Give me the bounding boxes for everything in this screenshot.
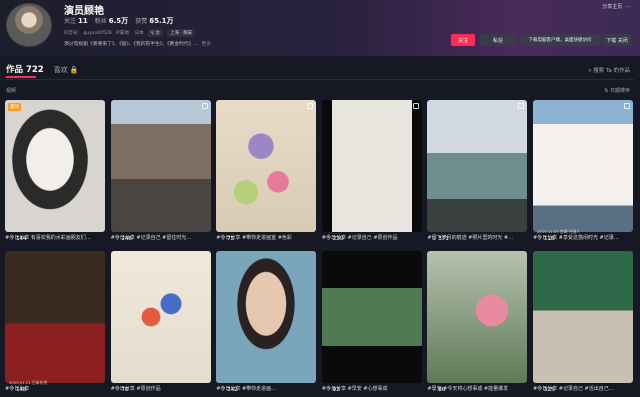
multi-image-icon — [623, 103, 630, 109]
video-caption[interactable]: #今日分享 #享受这悠闲时光 #记录… — [533, 234, 633, 241]
video-grid: 置顶 ♡ 144 #今日分享 有喜欢我的水彩画朋友们… ♡ 246 #今日分享 #记… — [5, 100, 633, 396]
video-card[interactable]: 2020.01.21 日本东京 ♡ 148 #今日分享 — [5, 251, 105, 396]
video-thumbnail[interactable] — [427, 100, 528, 232]
video-caption[interactable]: #今日分享 #原创作品 — [111, 385, 211, 392]
stat-followers[interactable]: 粉丝 6.5万 — [95, 16, 128, 26]
video-thumbnail[interactable] — [5, 100, 105, 232]
video-thumbnail[interactable] — [321, 251, 422, 383]
active-tab-indicator — [6, 76, 36, 78]
video-caption[interactable]: #今日分享 #早安 #心想事成 — [322, 385, 422, 392]
douyin-id: 抖音号： guyan00528 — [64, 31, 112, 36]
video-card[interactable]: ♡ 230 #今日分享 #记录自己 #原创作品 — [321, 100, 422, 245]
location-tag: 上海 · 静安 — [166, 29, 196, 37]
video-caption[interactable]: #今日分享 #记录自己 #原创作品 — [322, 234, 422, 241]
video-thumbnail[interactable] — [216, 100, 317, 232]
multi-image-icon — [201, 103, 208, 109]
video-thumbnail[interactable] — [427, 251, 528, 383]
tab-likes[interactable]: 喜欢 🔒 — [54, 65, 79, 75]
video-card[interactable]: ♡ 93 #今日分享 #早安 #心想事成 — [321, 251, 422, 396]
video-thumbnail[interactable] — [110, 100, 211, 232]
video-caption[interactable]: #留下岁月的痕迹 #照片里的时光 #… — [427, 234, 527, 241]
section-label: 视频 — [6, 88, 17, 94]
profile-tabs: 作品 722 喜欢 🔒 — [6, 63, 79, 75]
follow-button[interactable]: 关注 — [451, 34, 475, 46]
video-card[interactable]: ♡ 325 #今日分享 #记录自己 #活出自己… — [532, 251, 633, 396]
video-caption[interactable]: #早安 #今天将心想事成 #能量爆发 — [427, 385, 527, 392]
profile-header: 演员顾艳 关注 11 粉丝 6.5万 获赞 65.1万 抖音号： guyan00528… — [0, 0, 640, 56]
stat-following[interactable]: 关注 11 — [64, 16, 88, 26]
share-profile[interactable]: 分享主页 ··· — [602, 3, 630, 10]
profile-stats: 关注 11 粉丝 6.5万 获赞 65.1万 — [64, 16, 173, 26]
video-card[interactable]: ♡ 75 #今日分享 #带你走进画室 #色彩 — [216, 100, 317, 245]
video-card[interactable]: 置顶 ♡ 144 #今日分享 有喜欢我的水彩画朋友们… — [5, 100, 105, 245]
video-thumbnail[interactable] — [5, 251, 105, 383]
multi-image-icon — [307, 103, 314, 109]
close-download-button[interactable]: 下载 关闭 — [603, 34, 631, 46]
video-card[interactable]: ♡ 246 #今日分享 #记录自己 #留住时光… — [110, 100, 211, 245]
video-thumbnail[interactable] — [532, 251, 633, 383]
video-card[interactable]: ♡ 76 #今日分享 #原创作品 — [110, 251, 211, 396]
gender-tag: ♀ 女 — [147, 29, 163, 37]
video-thumbnail[interactable] — [532, 100, 633, 232]
tab-works[interactable]: 作品 722 — [6, 63, 44, 75]
avatar[interactable] — [6, 3, 52, 47]
profile-name: 演员顾艳 — [64, 6, 104, 17]
multi-image-icon — [412, 103, 419, 109]
multi-image-icon — [518, 103, 525, 109]
profile-bio: 演过电视剧《婆婆来了》、《碰》、《我的前半生》、《黄金时代》… 更多 — [64, 42, 211, 47]
video-card[interactable]: ♡ 86 #早安 #今天将心想事成 #能量爆发 — [427, 251, 528, 396]
profile-meta: 抖音号： guyan00528 IP属地： 日本 ♀ 女 上海 · 静安 — [64, 29, 196, 37]
video-thumbnail[interactable] — [110, 251, 211, 383]
stat-likes: 获赞 65.1万 — [135, 17, 174, 25]
video-caption[interactable]: #今日分享 — [5, 385, 105, 392]
video-caption[interactable]: #今日分享 #记录自己 #留住时光… — [111, 234, 211, 241]
works-search[interactable]: ⌕ 搜索 Ta 的作品 — [588, 66, 630, 75]
video-thumbnail[interactable] — [321, 100, 422, 232]
video-card[interactable]: ♡ 373 #留下岁月的痕迹 #照片里的时光 #… — [427, 100, 528, 245]
video-card[interactable]: ♡ 242 #今日分享 #带你走进画… — [216, 251, 317, 396]
ip-location: IP属地： 日本 — [115, 31, 144, 36]
sort-dropdown[interactable]: ⇅ 日期排序 — [604, 87, 630, 94]
bio-more-link[interactable]: 更多 — [201, 42, 211, 47]
video-caption[interactable]: #今日分享 #带你走进画… — [216, 385, 316, 392]
divider — [6, 79, 634, 80]
video-caption[interactable]: #今日分享 有喜欢我的水彩画朋友们… — [5, 234, 105, 241]
video-thumbnail[interactable] — [216, 251, 317, 383]
video-caption[interactable]: #今日分享 #记录自己 #活出自己… — [533, 385, 633, 392]
message-button[interactable]: 私信 — [480, 34, 516, 46]
download-client-button[interactable]: 下载电脑客户端，桌面快捷访问 — [520, 34, 600, 46]
video-caption[interactable]: #今日分享 #带你走进画室 #色彩 — [216, 234, 316, 241]
pinned-badge: 置顶 — [8, 103, 21, 111]
more-icon[interactable]: ··· — [625, 4, 630, 10]
video-card[interactable]: 2019.11.03 宫崎 外国人 ♡ 118 #今日分享 #享受这悠闲时光 #记… — [532, 100, 633, 245]
